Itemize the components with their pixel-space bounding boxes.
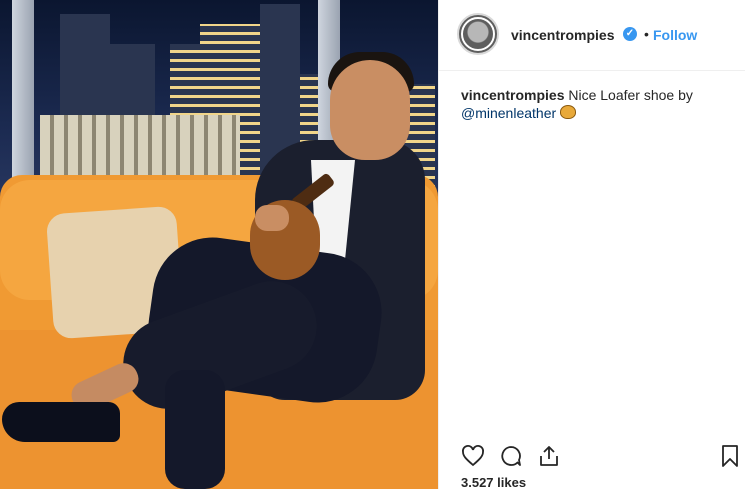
action-bar: [461, 444, 745, 470]
post-header: vincentrompies ✓ • Follow: [439, 0, 745, 71]
loafer-shoe: [2, 402, 120, 442]
caption-username-link[interactable]: vincentrompies: [461, 87, 564, 103]
post-sidebar: vincentrompies ✓ • Follow vincentrompies…: [438, 0, 745, 490]
mention-link[interactable]: @minenleather: [461, 105, 556, 121]
heart-icon[interactable]: [461, 444, 485, 468]
avatar[interactable]: [457, 13, 499, 55]
instagram-post: vincentrompies ✓ • Follow vincentrompies…: [0, 0, 745, 490]
bookmark-icon[interactable]: [719, 444, 741, 468]
share-icon[interactable]: [537, 444, 561, 468]
caption-text: Nice Loafer shoe by: [568, 87, 693, 103]
separator-dot: •: [644, 26, 649, 42]
username-link[interactable]: vincentrompies: [511, 27, 614, 43]
comment-icon[interactable]: [499, 444, 523, 468]
verified-badge-icon: ✓: [623, 27, 637, 41]
shoe-emoji-icon: [560, 105, 577, 119]
likes-count[interactable]: 3.527 likes: [461, 475, 526, 490]
post-caption: vincentrompies Nice Loafer shoe by @mine…: [461, 86, 731, 122]
post-image[interactable]: [0, 0, 438, 489]
follow-button[interactable]: Follow: [653, 27, 697, 43]
